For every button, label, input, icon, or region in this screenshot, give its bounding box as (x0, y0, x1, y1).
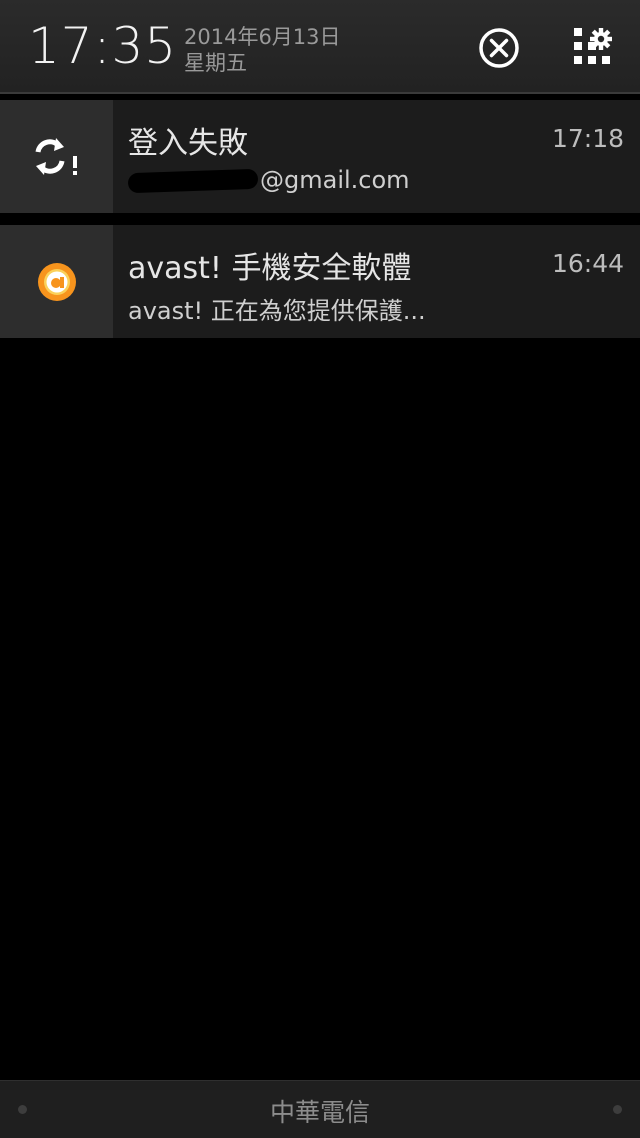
redacted-email-mark (127, 168, 259, 194)
date-text: 2014年6月13日 (184, 25, 341, 49)
notification-time: 16:44 (551, 249, 624, 278)
notification-icon-cell (0, 225, 113, 338)
clear-all-icon (479, 28, 519, 68)
carrier-bar: 中華電信 (0, 1080, 640, 1138)
notification-sync-error[interactable]: 登入失敗 17:18 @gmail.com (0, 100, 640, 213)
date-block: 2014年6月13日 星期五 (184, 24, 341, 76)
avast-icon (38, 263, 76, 301)
quick-settings-icon (574, 28, 612, 64)
notification-icon-cell (0, 100, 113, 213)
quick-settings-button[interactable] (573, 27, 613, 67)
sync-error-icon (35, 138, 77, 175)
notification-shade: 17:35 2014年6月13日 星期五 登入失敗 17:18 @gmail.c… (0, 0, 640, 1138)
carrier-label: 中華電信 (269, 1098, 370, 1127)
notification-subtitle: @gmail.com (127, 166, 410, 194)
clock: 17:35 (28, 17, 178, 75)
email-domain: @gmail.com (260, 166, 410, 194)
notification-title: avast! 手機安全軟體 (128, 251, 412, 286)
notification-time: 17:18 (551, 124, 624, 153)
weekday-text: 星期五 (184, 51, 247, 75)
page-dot-right (613, 1105, 622, 1114)
notification-subtitle: avast! 正在為您提供保護... (128, 297, 426, 325)
clear-all-button[interactable] (478, 27, 520, 69)
shade-header: 17:35 2014年6月13日 星期五 (0, 0, 640, 94)
notification-avast[interactable]: avast! 手機安全軟體 16:44 avast! 正在為您提供保護... (0, 225, 640, 338)
notification-title: 登入失敗 (128, 126, 248, 161)
